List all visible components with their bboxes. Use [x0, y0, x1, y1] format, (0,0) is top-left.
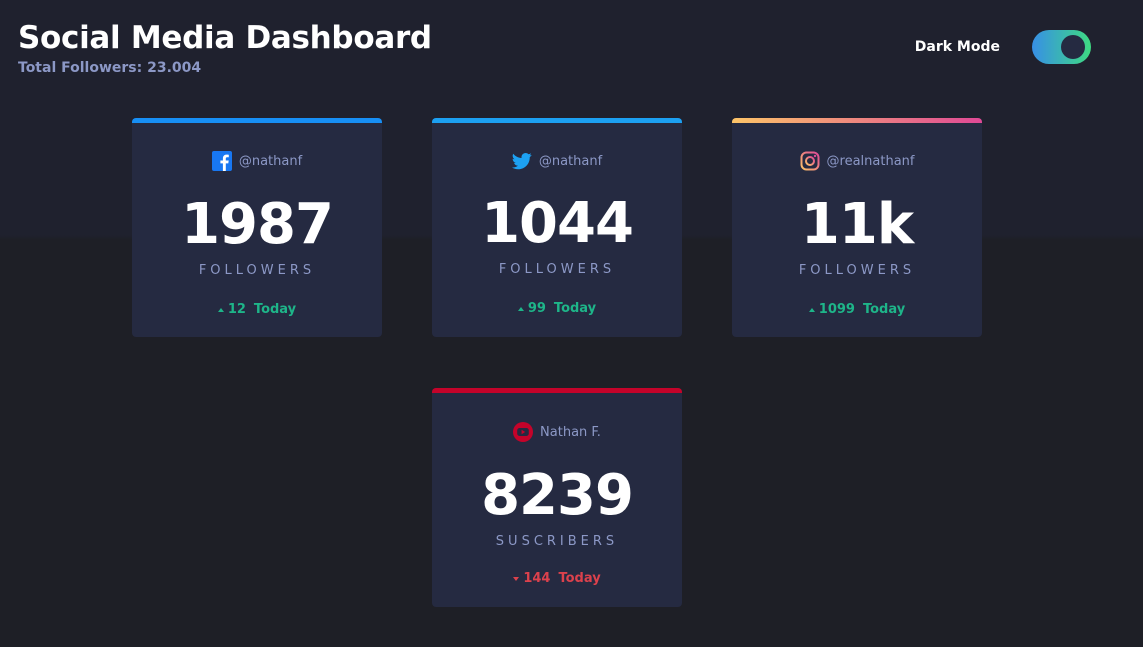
- card-handle-row: @nathanf: [132, 151, 382, 171]
- daily-change: 144 Today: [432, 571, 682, 586]
- change-period: Today: [553, 301, 597, 316]
- card-handle: @nathanf: [238, 153, 303, 169]
- card-handle-row: Nathan F.: [432, 422, 682, 442]
- card-youtube[interactable]: Nathan F. 8239 SUSCRIBERS 144 Today: [432, 388, 682, 607]
- page-title: Social Media Dashboard: [18, 20, 432, 56]
- change-period: Today: [253, 302, 297, 317]
- card-accent-bar: [432, 118, 682, 123]
- change-value: 1099: [818, 302, 855, 317]
- instagram-icon: [800, 151, 820, 171]
- count-label: FOLLOWERS: [198, 263, 316, 278]
- card-handle: Nathan F.: [540, 424, 601, 440]
- change-period: Today: [862, 302, 906, 317]
- youtube-icon: [513, 422, 534, 442]
- count-label: FOLLOWERS: [498, 262, 616, 277]
- dark-mode-label: Dark Mode: [914, 39, 1000, 55]
- arrow-down-icon: [513, 576, 520, 581]
- facebook-icon: [211, 151, 232, 171]
- twitter-icon: [511, 151, 532, 171]
- daily-change: 99 Today: [432, 301, 682, 316]
- card-accent-bar: [132, 118, 382, 123]
- card-handle-row: @realnathanf: [732, 151, 982, 171]
- change-value: 12: [227, 302, 246, 317]
- follower-count: 11k: [800, 192, 914, 257]
- page-header: Social Media Dashboard Total Followers: …: [18, 18, 432, 78]
- follower-count: 1044: [481, 191, 634, 256]
- change-value: 144: [523, 571, 551, 586]
- toggle-knob: [1061, 35, 1085, 59]
- arrow-up-icon: [517, 306, 524, 311]
- card-facebook[interactable]: @nathanf 1987 FOLLOWERS 12 Today: [132, 118, 382, 337]
- arrow-up-icon: [217, 307, 224, 312]
- arrow-up-icon: [808, 307, 815, 312]
- card-handle: @nathanf: [538, 153, 603, 169]
- card-accent-bar: [732, 118, 982, 123]
- subscriber-count: 8239: [481, 463, 634, 528]
- change-period: Today: [558, 571, 601, 586]
- card-accent-bar: [432, 388, 682, 393]
- total-followers: Total Followers: 23.004: [18, 60, 202, 76]
- daily-change: 1099 Today: [732, 302, 982, 317]
- card-handle: @realnathanf: [826, 153, 915, 169]
- follower-count: 1987: [181, 192, 334, 257]
- daily-change: 12 Today: [132, 302, 382, 317]
- card-instagram[interactable]: @realnathanf 11k FOLLOWERS 1099 Today: [732, 118, 982, 337]
- count-label: FOLLOWERS: [798, 263, 916, 278]
- count-label: SUSCRIBERS: [495, 534, 619, 549]
- dark-mode-toggle[interactable]: [1032, 30, 1091, 64]
- card-handle-row: @nathanf: [432, 151, 682, 171]
- change-value: 99: [527, 301, 546, 316]
- dark-mode-control: Dark Mode: [915, 30, 1091, 64]
- card-twitter[interactable]: @nathanf 1044 FOLLOWERS 99 Today: [432, 118, 682, 337]
